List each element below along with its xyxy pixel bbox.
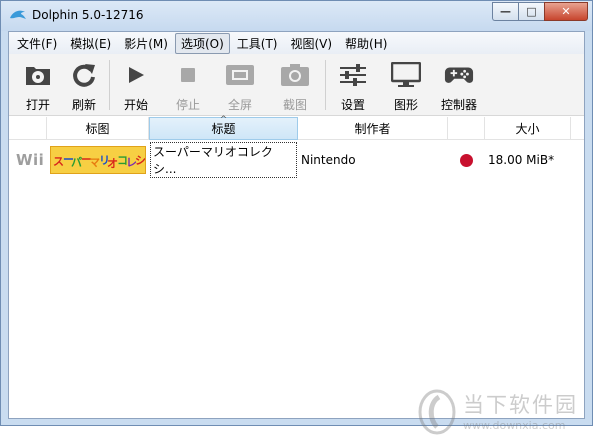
open-button[interactable]: 打开 <box>14 54 62 116</box>
config-button[interactable]: 设置 <box>329 54 377 116</box>
menu-tools[interactable]: 工具(T) <box>231 33 284 54</box>
window-title: Dolphin 5.0-12716 <box>32 8 144 22</box>
fullscreen-label: 全屏 <box>227 98 252 112</box>
table-row[interactable]: Wii ス ー パ ー マ リ オ コ レ シ スーパーマリオコレクシ... N… <box>9 142 584 178</box>
config-label: 设置 <box>340 98 365 112</box>
watermark-text: 当下软件园 <box>463 393 578 417</box>
app-window: Dolphin 5.0-12716 — □ ✕ 文件(F) 模拟(E) 影片(M… <box>0 0 593 435</box>
controllers-label: 控制器 <box>440 98 477 112</box>
title-bar[interactable]: Dolphin 5.0-12716 — □ ✕ <box>1 1 592 31</box>
camera-icon <box>280 62 310 88</box>
menu-bar: 文件(F) 模拟(E) 影片(M) 选项(O) 工具(T) 视图(V) 帮助(H… <box>9 32 584 54</box>
column-size[interactable]: 大小 <box>485 117 571 140</box>
dolphin-icon <box>10 10 26 19</box>
play-button[interactable]: 开始 <box>112 54 160 116</box>
play-label: 开始 <box>123 98 148 112</box>
toolbar: 打开 刷新 开始 停止 全屏 截图 设置 图形 控制器 <box>9 54 584 116</box>
maximize-button[interactable]: □ <box>518 2 544 21</box>
refresh-button[interactable]: 刷新 <box>60 54 108 116</box>
stop-button[interactable]: 停止 <box>164 54 212 116</box>
japan-flag-icon <box>460 153 473 167</box>
column-title[interactable]: ^ 标题 <box>149 115 298 140</box>
size-cell: 18.00 MiB* <box>488 142 578 178</box>
game-maker: Nintendo <box>301 153 356 167</box>
wii-platform-icon: Wii <box>16 151 45 169</box>
game-title: スーパーマリオコレクシ... <box>153 145 273 176</box>
menu-emulation[interactable]: 模拟(E) <box>64 33 117 54</box>
platform-cell: Wii <box>16 142 48 178</box>
open-label: 打开 <box>25 98 50 112</box>
open-disc-icon <box>23 62 53 88</box>
title-cell[interactable]: スーパーマリオコレクシ... <box>150 142 297 178</box>
screenshot-button[interactable]: 截图 <box>271 54 319 116</box>
screenshot-label: 截图 <box>282 98 307 112</box>
game-list-header: 标图 ^ 标题 制作者 大小 <box>9 115 584 140</box>
graphics-button[interactable]: 图形 <box>382 54 430 116</box>
play-icon <box>121 62 151 88</box>
banner-art-icon: ス ー パ ー マ リ オ コ レ シ <box>51 147 146 173</box>
controllers-button[interactable]: 控制器 <box>435 54 483 116</box>
menu-movie[interactable]: 影片(M) <box>118 33 174 54</box>
column-size-label: 大小 <box>515 122 540 136</box>
column-platform[interactable] <box>9 117 47 140</box>
sliders-icon <box>338 62 368 88</box>
menu-help[interactable]: 帮助(H) <box>339 33 393 54</box>
toolbar-separator <box>325 60 326 110</box>
menu-options[interactable]: 选项(O) <box>174 32 230 54</box>
refresh-label: 刷新 <box>71 98 96 112</box>
maker-cell: Nintendo <box>301 142 441 178</box>
column-maker[interactable]: 制作者 <box>298 117 448 140</box>
column-country[interactable] <box>448 117 485 140</box>
fullscreen-button[interactable]: 全屏 <box>216 54 264 116</box>
column-banner-label: 标图 <box>85 122 110 136</box>
minimize-button[interactable]: — <box>492 2 518 21</box>
client-area: 文件(F) 模拟(E) 影片(M) 选项(O) 工具(T) 视图(V) 帮助(H… <box>8 31 585 435</box>
stop-icon <box>173 62 203 88</box>
toolbar-separator <box>109 60 110 110</box>
close-button[interactable]: ✕ <box>544 2 588 21</box>
country-cell <box>460 142 480 178</box>
sort-ascending-icon: ^ <box>219 115 228 125</box>
watermark-logo-icon <box>418 389 456 435</box>
refresh-icon <box>69 62 99 88</box>
stop-label: 停止 <box>175 98 200 112</box>
game-banner: ス ー パ ー マ リ オ コ レ シ <box>50 146 146 174</box>
menu-view[interactable]: 视图(V) <box>284 33 338 54</box>
column-banner[interactable]: 标图 <box>47 117 149 140</box>
gamepad-icon <box>444 62 474 88</box>
column-maker-label: 制作者 <box>354 122 391 136</box>
window-controls: — □ ✕ <box>492 2 588 21</box>
menu-file[interactable]: 文件(F) <box>11 33 63 54</box>
watermark: 当下软件园 www.downxia.com <box>417 389 587 439</box>
game-size: 18.00 MiB* <box>488 153 555 167</box>
graphics-label: 图形 <box>393 98 418 112</box>
svg-text:シ: シ <box>135 154 146 167</box>
monitor-icon <box>391 62 421 88</box>
fullscreen-icon <box>225 62 255 88</box>
